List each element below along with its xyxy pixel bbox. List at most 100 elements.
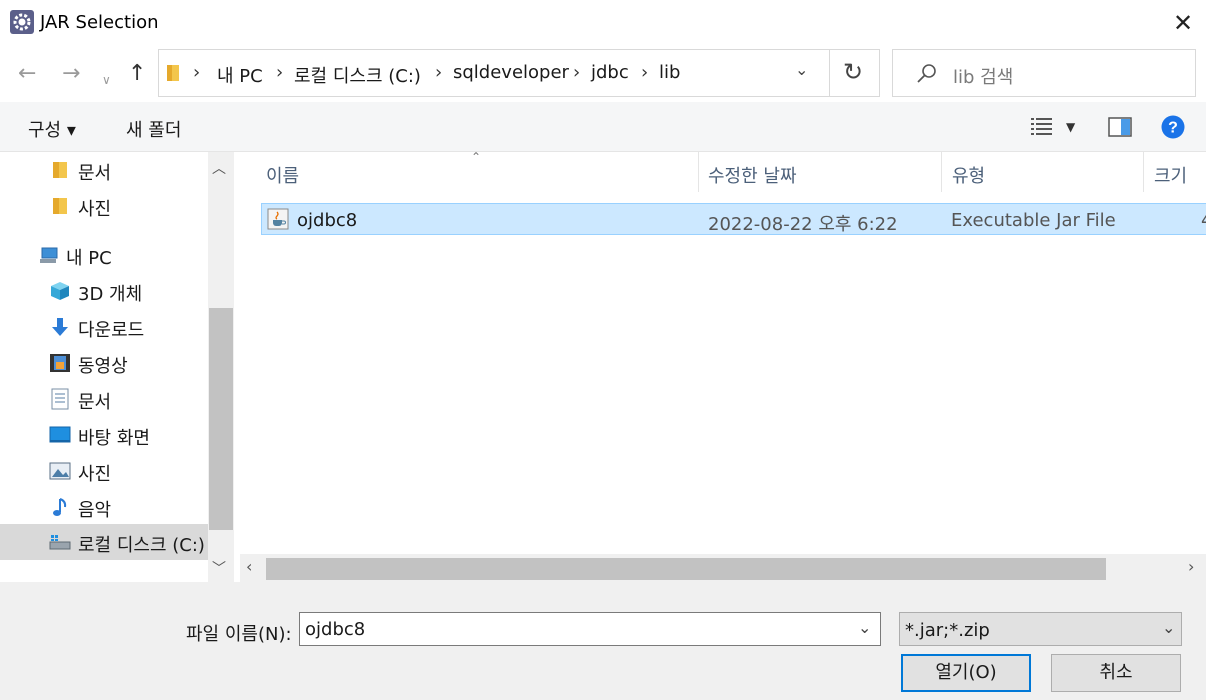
sidebar-item-downloads[interactable]: 다운로드 [0, 309, 208, 345]
computer-icon [40, 247, 58, 263]
video-icon [50, 354, 70, 372]
refresh-icon[interactable]: ↻ [843, 58, 863, 86]
sidebar-item-label: 사진 [78, 464, 112, 485]
organize-menu-button[interactable]: 구성 ▾ [28, 116, 76, 142]
cube-icon [51, 282, 69, 300]
music-icon [53, 498, 67, 516]
forward-arrow-icon[interactable]: → [62, 62, 80, 86]
sort-ascending-icon: ⌃ [471, 152, 482, 164]
sidebar-item-quick-pictures[interactable]: 사진 [0, 188, 208, 224]
breadcrumb-item[interactable]: jdbc [591, 62, 629, 83]
sidebar-item-label: 음악 [78, 500, 112, 521]
column-header-type[interactable]: 유형 [952, 162, 985, 188]
breadcrumb-chevron-icon[interactable]: › [435, 62, 442, 83]
sidebar-item-label: 문서 [78, 163, 112, 184]
file-type-select[interactable]: *.jar;*.zip ⌄ [899, 612, 1182, 646]
sidebar-item-3d-objects[interactable]: 3D 개체 [0, 273, 208, 309]
back-arrow-icon[interactable]: ← [18, 62, 36, 86]
view-options-icon[interactable] [1030, 116, 1054, 138]
sidebar-item-videos[interactable]: 동영상 [0, 345, 208, 381]
file-name-value: ojdbc8 [305, 619, 366, 640]
up-arrow-icon[interactable]: ↑ [128, 62, 146, 86]
scrollbar-thumb[interactable] [209, 308, 233, 530]
download-icon [52, 318, 68, 336]
file-name-dropdown-chevron-icon[interactable]: ⌄ [858, 618, 871, 637]
java-jar-icon [267, 208, 289, 230]
sidebar-item-music[interactable]: 음악 [0, 489, 208, 525]
preview-pane-icon[interactable] [1108, 117, 1132, 137]
view-dropdown-chevron-icon[interactable]: ▼ [1066, 120, 1075, 134]
divider [829, 50, 830, 96]
address-dropdown-chevron-icon[interactable]: ⌄ [795, 60, 808, 79]
breadcrumb-item[interactable]: 내 PC [217, 62, 263, 88]
sidebar-item-label: 내 PC [66, 248, 112, 269]
folder-icon [53, 198, 67, 214]
file-name: ojdbc8 [297, 210, 358, 231]
svg-text:?: ? [1168, 120, 1178, 137]
command-bar: 구성 ▾ 새 폴더 ▼ ? [0, 102, 1206, 152]
file-modified: 2022-08-22 오후 6:22 [708, 214, 898, 235]
sidebar-item-label: 바탕 화면 [78, 428, 150, 449]
file-size: 4 [1201, 210, 1206, 231]
window-title: JAR Selection [40, 12, 159, 33]
file-name-input[interactable]: ojdbc8 ⌄ [299, 612, 881, 646]
file-name-label: 파일 이름(N): [186, 624, 292, 645]
title-bar: JAR Selection ✕ [0, 0, 1206, 46]
breadcrumb-item[interactable]: lib [659, 62, 680, 83]
address-bar[interactable]: › 내 PC › 로컬 디스크 (C:) › sqldeveloper › jd… [158, 49, 880, 97]
open-button[interactable]: 열기(O) [901, 654, 1031, 692]
breadcrumb-chevron-icon[interactable]: › [573, 62, 580, 83]
picture-icon [49, 462, 71, 480]
folder-icon [167, 65, 179, 81]
sidebar-item-documents[interactable]: 문서 [0, 381, 208, 417]
sidebar-item-pictures[interactable]: 사진 [0, 453, 208, 489]
breadcrumb-chevron-icon[interactable]: › [193, 62, 200, 83]
column-header-size[interactable]: 크기 [1154, 162, 1187, 188]
sidebar-item-quick-documents[interactable]: 문서 [0, 152, 208, 188]
breadcrumb-item[interactable]: 로컬 디스크 (C:) [294, 62, 421, 88]
search-box[interactable]: lib 검색 [892, 49, 1196, 97]
folder-icon [53, 162, 67, 178]
navigation-bar: ← → ∨ ↑ › 내 PC › 로컬 디스크 (C:) › sqldevelo… [0, 46, 1206, 102]
sidebar-scrollbar[interactable]: ︿ ﹀ [208, 152, 234, 582]
scrollbar-thumb[interactable] [266, 558, 1106, 580]
file-list-scrollbar[interactable]: ‹ › [240, 554, 1206, 582]
app-gear-icon [10, 10, 34, 34]
scroll-up-chevron-icon[interactable]: ︿ [212, 158, 226, 178]
sidebar-item-local-disk[interactable]: 로컬 디스크 (C:) [0, 524, 208, 560]
help-icon[interactable]: ? [1161, 115, 1185, 139]
file-list: ⌃ 이름 수정한 날짜 유형 크기 ojdbc8 2022-08-22 오후 6… [240, 152, 1206, 582]
document-icon [51, 388, 69, 410]
sidebar-item-this-pc[interactable]: 내 PC [0, 237, 208, 273]
cancel-button[interactable]: 취소 [1051, 654, 1181, 692]
dialog-footer: 파일 이름(N): ojdbc8 ⌄ *.jar;*.zip ⌄ 열기(O) 취… [0, 582, 1206, 700]
search-input[interactable]: lib 검색 [953, 63, 1013, 89]
column-header-name[interactable]: 이름 [266, 162, 299, 188]
close-button[interactable]: ✕ [1168, 8, 1198, 38]
sidebar-item-desktop[interactable]: 바탕 화면 [0, 417, 208, 453]
navigation-pane: 문서 사진 내 PC 3D 개체 다운로드 동영상 문서 바탕 화면 사진 음악… [0, 152, 234, 582]
scroll-down-chevron-icon[interactable]: ﹀ [212, 558, 226, 578]
scroll-right-chevron-icon[interactable]: › [1188, 557, 1194, 576]
drive-icon [49, 535, 71, 550]
file-type-value: *.jar;*.zip [905, 620, 990, 641]
sidebar-item-label: 3D 개체 [78, 284, 143, 305]
new-folder-button[interactable]: 새 폴더 [126, 116, 181, 142]
file-type-dropdown-chevron-icon[interactable]: ⌄ [1162, 618, 1175, 637]
breadcrumb-chevron-icon[interactable]: › [641, 62, 648, 83]
column-divider[interactable] [698, 152, 699, 192]
column-header-modified[interactable]: 수정한 날짜 [708, 162, 797, 188]
scroll-left-chevron-icon[interactable]: ‹ [246, 557, 252, 576]
breadcrumb-item[interactable]: sqldeveloper [453, 62, 569, 83]
column-divider[interactable] [1143, 152, 1144, 192]
recent-locations-chevron-icon[interactable]: ∨ [102, 68, 111, 92]
file-row[interactable]: ojdbc8 2022-08-22 오후 6:22 Executable Jar… [261, 203, 1206, 235]
sidebar-item-label: 다운로드 [78, 320, 145, 341]
sidebar-item-label: 문서 [78, 392, 112, 413]
desktop-icon [49, 426, 71, 443]
column-divider[interactable] [941, 152, 942, 192]
file-type: Executable Jar File [951, 210, 1116, 231]
search-icon [917, 64, 936, 83]
sidebar-item-label: 사진 [78, 199, 112, 220]
breadcrumb-chevron-icon[interactable]: › [276, 62, 283, 83]
